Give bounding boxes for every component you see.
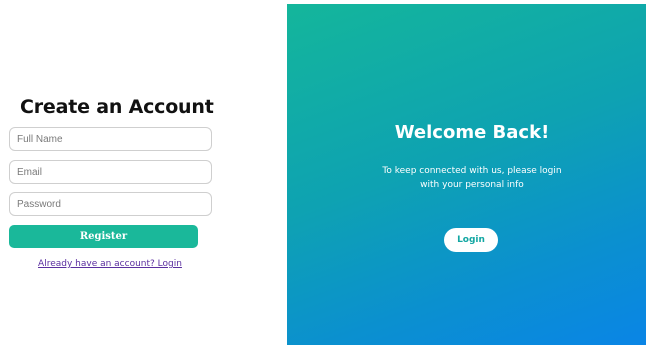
login-link[interactable]: Already have an account? Login bbox=[20, 259, 200, 269]
email-input[interactable] bbox=[9, 160, 212, 184]
welcome-message: To keep connected with us, please login … bbox=[382, 166, 562, 190]
full-name-input[interactable] bbox=[9, 127, 212, 151]
welcome-title: Welcome Back! bbox=[394, 122, 550, 143]
register-form-panel: Create an Account Register Already have … bbox=[0, 0, 287, 345]
password-input[interactable] bbox=[9, 192, 212, 216]
form-title: Create an Account bbox=[20, 96, 214, 118]
login-button[interactable]: Login bbox=[444, 228, 498, 252]
register-button[interactable]: Register bbox=[9, 225, 198, 248]
welcome-panel: Welcome Back! To keep connected with us,… bbox=[287, 4, 646, 345]
